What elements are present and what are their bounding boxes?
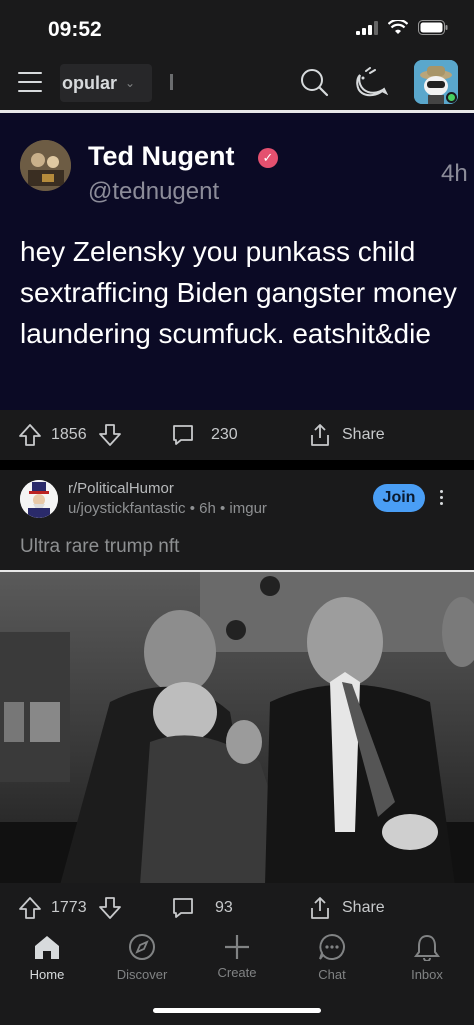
- subreddit-name[interactable]: r/PoliticalHumor: [68, 480, 174, 497]
- feed-selector-label: opular: [62, 72, 118, 93]
- tab-discover[interactable]: Discover: [95, 933, 189, 1003]
- downvote-arrow-icon: [99, 897, 121, 919]
- chevron-down-icon: ⌄: [125, 76, 136, 90]
- post-meta: u/joystickfantastic • 6h • imgur: [68, 500, 267, 517]
- cellular-signal-icon: [356, 20, 378, 35]
- tab-inbox-label: Inbox: [411, 967, 443, 982]
- tweet-author-handle: @tednugent: [88, 178, 220, 205]
- downvote-button[interactable]: [98, 883, 122, 933]
- tab-home[interactable]: Home: [0, 933, 94, 1003]
- tweet-author-name: Ted Nugent: [88, 141, 235, 171]
- tab-chat-label: Chat: [318, 967, 346, 982]
- popular-seal-icon[interactable]: [354, 67, 388, 99]
- tab-inbox[interactable]: Inbox: [380, 933, 474, 1003]
- comment-bubble-icon: [173, 425, 193, 445]
- share-label: Share: [342, 426, 385, 443]
- verified-badge-icon: ✓: [258, 148, 278, 168]
- tab-home-label: Home: [29, 967, 65, 982]
- upvote-button[interactable]: [18, 410, 42, 460]
- plus-icon: [225, 935, 249, 959]
- top-nav-bar: opular ⌄: [0, 56, 474, 110]
- tab-chat[interactable]: Chat: [285, 933, 379, 1003]
- more-options-icon[interactable]: [440, 490, 444, 506]
- post-action-row: 1856 230 Share: [0, 410, 474, 460]
- bell-icon: [414, 934, 440, 961]
- share-label: Share: [342, 899, 385, 916]
- home-indicator[interactable]: [153, 1008, 321, 1013]
- author-photo-icon: [20, 140, 71, 191]
- wifi-icon: [388, 20, 408, 34]
- subreddit-avatar[interactable]: [20, 480, 58, 518]
- share-button[interactable]: Share: [308, 410, 385, 460]
- share-button[interactable]: Share: [308, 883, 385, 933]
- feed-selector[interactable]: opular ⌄: [60, 64, 152, 102]
- comment-count: 93: [215, 899, 233, 916]
- status-icons: [356, 20, 448, 35]
- vote-count: 1856: [51, 426, 87, 443]
- tab-create[interactable]: Create: [190, 933, 284, 1003]
- comments-button[interactable]: 93: [171, 883, 233, 933]
- compass-icon: [129, 934, 155, 960]
- tweet-timestamp: 4h: [441, 160, 468, 187]
- search-icon[interactable]: [299, 67, 329, 97]
- chat-bubble-icon: [319, 933, 345, 960]
- online-status-dot: [446, 92, 457, 103]
- share-icon: [311, 897, 329, 919]
- vote-count: 1773: [51, 899, 87, 916]
- tweet-author-avatar: [20, 140, 71, 191]
- post-separator: [0, 460, 474, 470]
- status-bar: 09:52: [0, 0, 474, 56]
- menu-icon[interactable]: [18, 72, 42, 92]
- upvote-arrow-icon: [19, 424, 41, 446]
- next-feed-tab-peek[interactable]: [170, 74, 173, 90]
- upvote-button[interactable]: [18, 883, 42, 933]
- post-header: r/PoliticalHumor u/joystickfantastic • 6…: [0, 470, 474, 570]
- comments-button[interactable]: 230: [171, 410, 238, 460]
- tab-discover-label: Discover: [116, 967, 168, 982]
- status-time: 09:52: [48, 18, 102, 41]
- post-image[interactable]: [0, 570, 474, 883]
- upvote-arrow-icon: [19, 897, 41, 919]
- share-icon: [311, 424, 329, 446]
- home-icon: [35, 936, 59, 959]
- tweet-text: hey Zelensky you punkass child sextraffi…: [20, 236, 457, 349]
- uncle-sam-icon: [20, 480, 58, 518]
- photo-placeholder: [0, 572, 474, 883]
- downvote-button[interactable]: [98, 410, 122, 460]
- comment-count: 230: [211, 426, 238, 443]
- downvote-arrow-icon: [99, 424, 121, 446]
- tweet-screenshot[interactable]: Ted Nugent ✓ @tednugent 4h hey Zelensky …: [0, 113, 474, 410]
- post-title[interactable]: Ultra rare trump nft: [20, 536, 179, 558]
- tab-create-label: Create: [217, 965, 257, 980]
- battery-icon: [418, 20, 448, 35]
- comment-bubble-icon: [173, 898, 193, 918]
- post-action-row: 1773 93 Share: [0, 883, 474, 933]
- join-button[interactable]: Join: [373, 484, 425, 512]
